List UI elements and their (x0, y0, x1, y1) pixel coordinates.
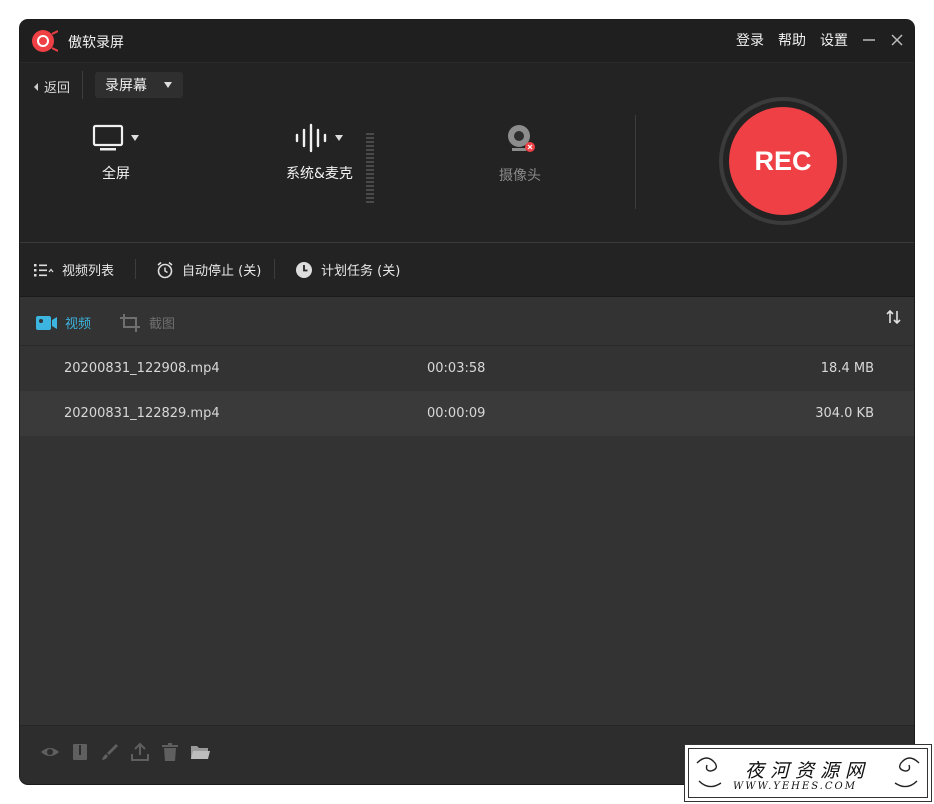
mode-label: 录屏幕 (105, 78, 147, 94)
compress-icon[interactable] (70, 742, 90, 762)
video-list-toggle[interactable]: 视频列表 (34, 260, 114, 279)
schedule-label: 计划任务 (关) (321, 264, 401, 279)
back-button[interactable]: 返回 (32, 77, 70, 96)
header-actions: 登录 帮助 设置 (736, 30, 904, 50)
app-window: 傲软录屏 登录 帮助 设置 返回 录屏幕 全屏 系统&麦克 摄像头 REC 视频… (20, 20, 914, 784)
file-duration: 00:00:09 (427, 406, 486, 421)
video-camera-icon (36, 315, 57, 330)
webcam-icon (508, 125, 535, 152)
login-link[interactable]: 登录 (736, 30, 764, 50)
divider (82, 71, 83, 99)
back-arrow-icon (34, 82, 38, 91)
minimize-icon[interactable] (862, 33, 876, 47)
record-control-panel: 返回 录屏幕 全屏 系统&麦克 摄像头 REC (20, 63, 914, 243)
list-item[interactable]: 20200831_122829.mp4 00:00:09 304.0 KB (20, 391, 914, 436)
title-bar: 傲软录屏 登录 帮助 设置 (20, 20, 914, 63)
folder-icon[interactable] (190, 742, 210, 762)
source-label: 全屏 (102, 166, 130, 182)
file-size: 304.0 KB (815, 406, 874, 421)
video-list-label: 视频列表 (62, 264, 115, 279)
sort-icon[interactable] (886, 309, 902, 325)
divider (274, 259, 275, 279)
watermark: 夜河资源网 WWW.YEHES.COM (684, 744, 932, 802)
preview-eye-icon[interactable] (40, 742, 60, 762)
divider (635, 115, 636, 209)
list-icon (34, 263, 54, 276)
volume-meter (366, 133, 374, 205)
app-title: 傲软录屏 (68, 35, 124, 51)
list-item[interactable]: 20200831_122908.mp4 00:03:58 18.4 MB (20, 346, 914, 391)
audio-source[interactable]: 系统&麦克 (286, 123, 353, 183)
secondary-toolbar: 视频列表 自动停止 (关) 计划任务 (关) (20, 243, 914, 297)
caret-down-icon[interactable] (334, 134, 344, 142)
settings-link[interactable]: 设置 (820, 30, 848, 50)
ornament-icon (696, 757, 722, 788)
file-size: 18.4 MB (820, 361, 874, 376)
back-label: 返回 (44, 81, 71, 96)
rec-ring: REC (719, 97, 847, 225)
mode-select[interactable]: 录屏幕 (95, 72, 183, 98)
fullscreen-source[interactable]: 全屏 (92, 123, 140, 183)
monitor-icon (92, 124, 124, 151)
watermark-url: WWW.YEHES.COM (733, 781, 857, 792)
edit-brush-icon[interactable] (100, 742, 120, 762)
tab-screenshot[interactable]: 截图 (120, 313, 175, 332)
ornament-icon (894, 757, 920, 788)
clock-icon (296, 261, 312, 278)
file-name: 20200831_122908.mp4 (64, 361, 220, 376)
rec-button[interactable]: REC (729, 107, 837, 215)
source-label: 系统&麦克 (286, 166, 353, 182)
recording-list: 20200831_122908.mp4 00:03:58 18.4 MB 202… (20, 346, 914, 436)
tab-screenshot-label: 截图 (149, 317, 176, 332)
schedule-task-button[interactable]: 计划任务 (关) (295, 260, 400, 279)
webcam-source[interactable]: 摄像头 (499, 123, 541, 185)
tab-video-label: 视频 (65, 317, 92, 332)
tab-video[interactable]: 视频 (36, 313, 91, 332)
auto-stop-button[interactable]: 自动停止 (关) (156, 260, 261, 279)
source-label: 摄像头 (499, 168, 541, 184)
alarm-clock-icon (157, 261, 173, 278)
app-logo-icon (32, 30, 58, 52)
watermark-title: 夜河资源网 (745, 760, 871, 782)
media-tabs: 视频 截图 (20, 297, 914, 346)
caret-down-icon[interactable] (130, 134, 140, 142)
auto-stop-label: 自动停止 (关) (182, 264, 262, 279)
close-icon[interactable] (890, 33, 904, 47)
divider (135, 259, 136, 279)
audio-wave-icon (296, 123, 327, 153)
caret-down-icon (164, 82, 172, 88)
crop-icon (120, 313, 140, 332)
file-duration: 00:03:58 (427, 361, 486, 376)
help-link[interactable]: 帮助 (778, 30, 806, 50)
trash-icon[interactable] (160, 742, 180, 762)
upload-icon[interactable] (130, 742, 150, 762)
file-name: 20200831_122829.mp4 (64, 406, 220, 421)
